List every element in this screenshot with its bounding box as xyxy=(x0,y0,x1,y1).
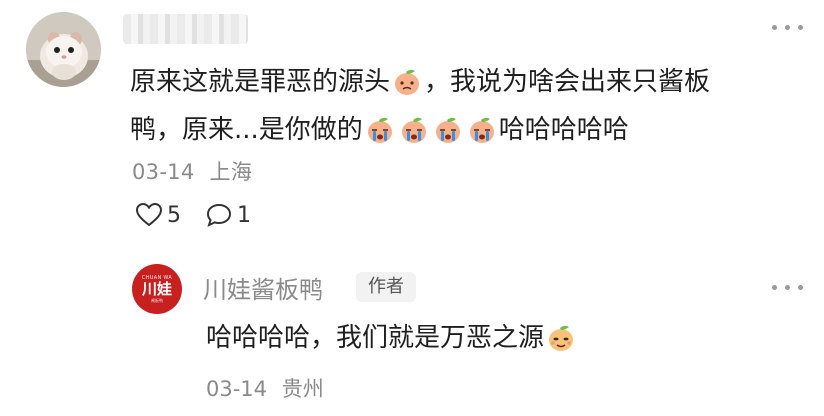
comment-text-part: 哈哈哈哈哈 xyxy=(498,115,629,145)
comment-date: 03-14 xyxy=(132,160,195,184)
reply-button[interactable]: 1 xyxy=(205,202,251,228)
comment-bubble-icon xyxy=(206,203,232,227)
comment-text-part: 原来这就是罪恶的源头 xyxy=(130,67,391,97)
commenter-username-obscured[interactable] xyxy=(123,14,248,44)
hamster-avatar-icon xyxy=(26,12,101,87)
crying-peach-emoji-icon xyxy=(367,117,392,143)
avatar-brand-name: 川娃 xyxy=(141,279,172,298)
comment-body: 原来这就是罪恶的源头 ，我说为啥会出来只酱板 鸭，原来...是你做的 哈哈哈哈哈 xyxy=(130,58,800,154)
like-count: 5 xyxy=(167,202,181,228)
avatar-brand-top: CHUAN WA xyxy=(141,274,173,281)
more-options-icon[interactable] xyxy=(770,274,806,300)
reply-location: 贵州 xyxy=(281,377,324,401)
reply-count: 1 xyxy=(237,202,251,228)
reply-body: 哈哈哈哈，我们就是万恶之源 xyxy=(206,314,578,362)
comment-actions: 5 1 xyxy=(135,202,275,228)
reply-username[interactable]: 川娃酱板鸭 xyxy=(203,270,323,305)
like-button[interactable]: 5 xyxy=(135,202,181,228)
heart-icon xyxy=(135,202,163,227)
smug-peach-emoji-icon xyxy=(549,325,574,351)
more-options-icon[interactable] xyxy=(770,14,806,40)
comment-location: 上海 xyxy=(209,160,253,184)
avatar-brand-bottom: 酱板鸭 xyxy=(151,297,163,303)
reply-text: 哈哈哈哈，我们就是万恶之源 xyxy=(206,323,545,353)
comment-text-part: ，我说为啥会出来只酱板 xyxy=(424,67,711,97)
reply-meta: 03-14 贵州 xyxy=(206,373,324,403)
commenter-avatar[interactable] xyxy=(26,12,101,87)
peach-emoji-icon xyxy=(395,69,420,95)
crying-peach-emoji-icon xyxy=(469,117,494,143)
author-avatar[interactable]: CHUAN WA 川娃 酱板鸭 xyxy=(132,264,182,314)
crying-peach-emoji-icon xyxy=(401,117,426,143)
author-badge: 作者 xyxy=(356,272,416,302)
reply-date: 03-14 xyxy=(206,377,268,401)
comment-meta: 03-14 上海 xyxy=(132,156,252,186)
crying-peach-emoji-icon xyxy=(435,117,460,143)
comment-text-part: 鸭，原来...是你做的 xyxy=(130,115,363,145)
